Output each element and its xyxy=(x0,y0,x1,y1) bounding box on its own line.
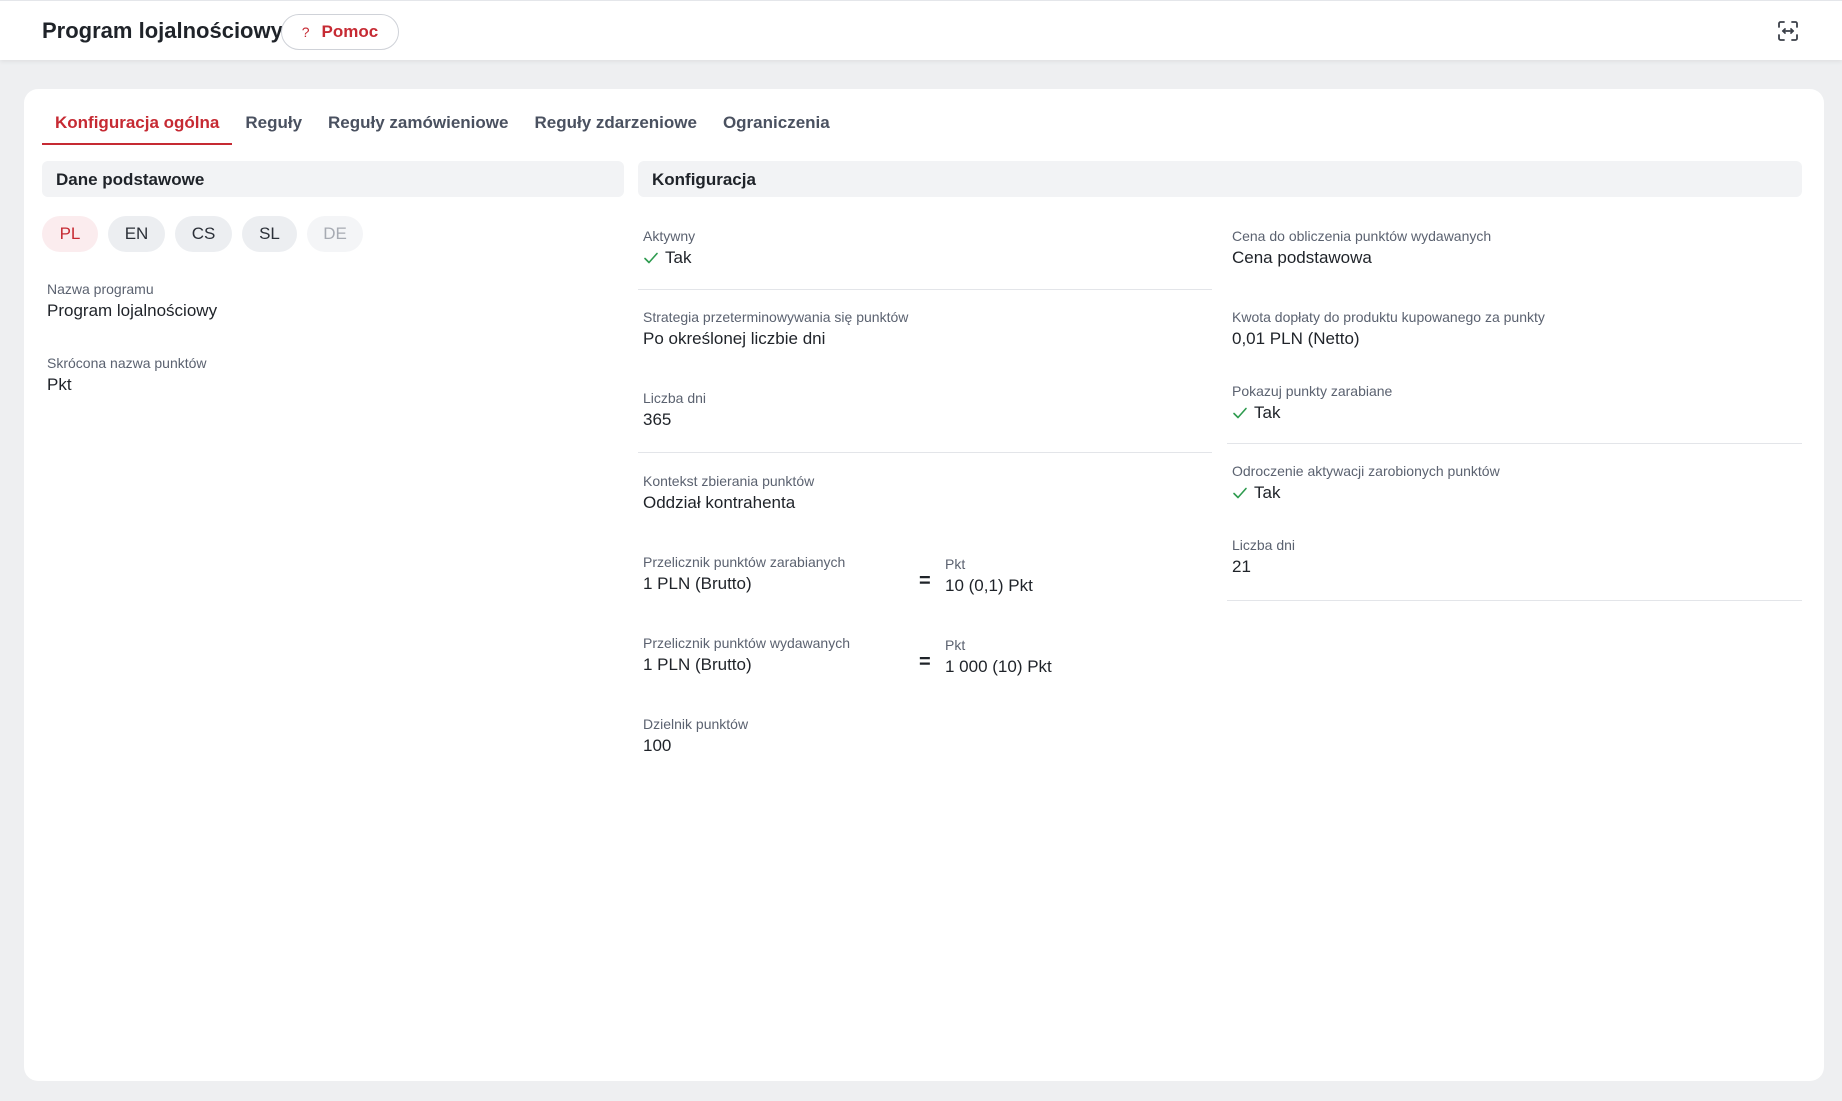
divider xyxy=(638,289,1212,290)
language-pill-en[interactable]: EN xyxy=(108,216,165,252)
activation-delay-label: Odroczenie aktywacji zarobionych punktów xyxy=(1232,463,1500,479)
basic-data-header: Dane podstawowe xyxy=(42,161,624,197)
surcharge-field: Kwota dopłaty do produktu kupowanego za … xyxy=(1232,308,1545,350)
content-card: Konfiguracja ogólna Reguły Reguły zamówi… xyxy=(24,89,1824,1081)
show-earned-field: Pokazuj punkty zarabiane Tak xyxy=(1232,382,1392,424)
spend-points-field: Pkt 1 000 (10) Pkt xyxy=(945,636,1052,678)
tab-event-rules[interactable]: Reguły zdarzeniowe xyxy=(521,109,709,145)
points-divider-label: Dzielnik punktów xyxy=(643,716,749,732)
expiry-strategy-label: Strategia przeterminowywania się punktów xyxy=(643,309,909,325)
earn-equals-sign: = xyxy=(919,570,931,592)
points-divider-value: 100 xyxy=(643,736,672,755)
price-basis-field: Cena do obliczenia punktów wydawanych Ce… xyxy=(1232,227,1491,269)
expand-icon[interactable] xyxy=(1776,19,1800,43)
check-icon xyxy=(1233,487,1247,499)
delay-days-value: 21 xyxy=(1232,557,1251,576)
spend-ratio-field: Przelicznik punktów wydawanych 1 PLN (Br… xyxy=(643,634,850,676)
collection-context-field: Kontekst zbierania punktów Oddział kontr… xyxy=(643,472,814,514)
tab-order-rules[interactable]: Reguły zamówieniowe xyxy=(315,109,521,145)
active-field: Aktywny Tak xyxy=(643,227,695,269)
short-name-value: Pkt xyxy=(47,375,72,394)
delay-days-label: Liczba dni xyxy=(1232,537,1296,553)
top-bar: Program lojalnościowy ? Pomoc xyxy=(0,0,1842,60)
earn-points-unit-label: Pkt xyxy=(945,556,966,572)
question-icon: ? xyxy=(301,24,310,40)
spend-ratio-label: Przelicznik punktów wydawanych xyxy=(643,635,850,651)
spend-equals-sign: = xyxy=(919,651,931,673)
collection-context-label: Kontekst zbierania punktów xyxy=(643,473,815,489)
language-pill-sl[interactable]: SL xyxy=(242,216,297,252)
help-button-label: Pomoc xyxy=(321,22,379,41)
check-icon xyxy=(1233,407,1247,419)
activation-delay-value: Tak xyxy=(1254,483,1281,502)
earn-ratio-value: 1 PLN (Brutto) xyxy=(643,574,752,593)
program-name-field: Nazwa programu Program lojalnościowy xyxy=(47,280,217,322)
active-value: Tak xyxy=(665,248,692,267)
expiry-days-field: Liczba dni 365 xyxy=(643,389,706,431)
help-button[interactable]: ? Pomoc xyxy=(281,14,399,50)
show-earned-label: Pokazuj punkty zarabiane xyxy=(1232,383,1393,399)
divider xyxy=(1227,443,1802,444)
spend-points-value: 1 000 (10) Pkt xyxy=(945,657,1052,676)
price-basis-label: Cena do obliczenia punktów wydawanych xyxy=(1232,228,1492,244)
tab-limits[interactable]: Ograniczenia xyxy=(710,109,843,145)
language-selector: PL EN CS SL DE xyxy=(42,216,363,252)
tab-rules[interactable]: Reguły xyxy=(232,109,315,145)
activation-delay-field: Odroczenie aktywacji zarobionych punktów… xyxy=(1232,462,1500,504)
surcharge-label: Kwota dopłaty do produktu kupowanego za … xyxy=(1232,309,1545,325)
earn-ratio-label: Przelicznik punktów zarabianych xyxy=(643,554,846,570)
short-name-label: Skrócona nazwa punktów xyxy=(47,355,207,371)
divider xyxy=(638,452,1212,453)
divider xyxy=(1227,600,1802,601)
expiry-days-label: Liczba dni xyxy=(643,390,707,406)
language-pill-pl[interactable]: PL xyxy=(42,216,98,252)
collection-context-value: Oddział kontrahenta xyxy=(643,493,796,512)
expiry-days-value: 365 xyxy=(643,410,672,429)
points-divider-field: Dzielnik punktów 100 xyxy=(643,715,748,757)
program-name-value: Program lojalnościowy xyxy=(47,301,218,320)
price-basis-value: Cena podstawowa xyxy=(1232,248,1372,267)
page-title: Program lojalnościowy xyxy=(42,18,283,43)
spend-ratio-value: 1 PLN (Brutto) xyxy=(643,655,752,674)
delay-days-field: Liczba dni 21 xyxy=(1232,536,1295,578)
check-icon xyxy=(644,252,658,264)
spend-points-unit-label: Pkt xyxy=(945,637,966,653)
short-name-field: Skrócona nazwa punktów Pkt xyxy=(47,354,207,396)
surcharge-value: 0,01 PLN (Netto) xyxy=(1232,329,1360,348)
configuration-header: Konfiguracja xyxy=(638,161,1802,197)
earn-ratio-field: Przelicznik punktów zarabianych 1 PLN (B… xyxy=(643,553,845,595)
language-pill-de: DE xyxy=(307,216,363,252)
program-name-label: Nazwa programu xyxy=(47,281,154,297)
show-earned-value: Tak xyxy=(1254,403,1281,422)
expiry-strategy-value: Po określonej liczbie dni xyxy=(643,329,826,348)
earn-points-value: 10 (0,1) Pkt xyxy=(945,576,1033,595)
active-label: Aktywny xyxy=(643,228,696,244)
expiry-strategy-field: Strategia przeterminowywania się punktów… xyxy=(643,308,908,350)
earn-points-field: Pkt 10 (0,1) Pkt xyxy=(945,555,1033,597)
language-pill-cs[interactable]: CS xyxy=(175,216,232,252)
tab-bar: Konfiguracja ogólna Reguły Reguły zamówi… xyxy=(42,109,843,145)
tab-general-config[interactable]: Konfiguracja ogólna xyxy=(42,109,233,145)
